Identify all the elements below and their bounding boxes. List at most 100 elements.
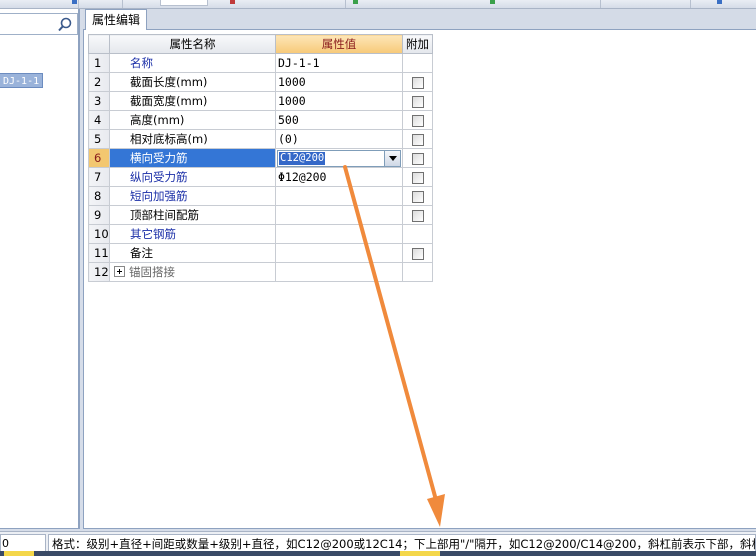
property-name-cell[interactable]: 短向加强筋 <box>109 186 276 206</box>
toolbar-icon-fragment[interactable] <box>717 0 722 4</box>
toolbar-icon-fragment[interactable] <box>353 0 358 4</box>
attach-cell[interactable] <box>402 262 433 282</box>
property-row[interactable]: 6 横向受力筋 C12@200 <box>88 148 433 168</box>
row-number: 8 <box>88 186 110 206</box>
attach-cell[interactable] <box>402 91 433 111</box>
property-value-cell[interactable] <box>275 243 403 263</box>
attach-cell[interactable] <box>402 148 433 168</box>
property-value-cell[interactable] <box>275 186 403 206</box>
tree-item-selected[interactable]: DJ-1-1 <box>0 73 44 88</box>
attach-checkbox[interactable] <box>411 247 424 260</box>
attach-checkbox[interactable] <box>411 133 424 146</box>
attach-checkbox[interactable] <box>411 95 424 108</box>
property-name-cell[interactable]: 其它钢筋 <box>109 224 276 244</box>
attach-cell[interactable] <box>402 72 433 92</box>
header-property-name[interactable]: 属性名称 <box>109 34 276 54</box>
property-value-cell[interactable] <box>275 262 403 282</box>
property-name-cell[interactable]: 相对底标高(m) <box>109 129 276 149</box>
attach-cell[interactable] <box>402 243 433 263</box>
value-editor-text[interactable]: C12@200 <box>279 152 326 165</box>
attach-checkbox[interactable] <box>411 190 424 203</box>
property-name-cell[interactable]: 顶部柱间配筋 <box>109 205 276 225</box>
property-row[interactable]: 3 截面宽度(mm) 1000 <box>88 91 433 111</box>
component-tree-panel: DJ-1-1 <box>0 9 80 529</box>
row-number: 10 <box>88 224 110 244</box>
tab-bar: 属性编辑 <box>83 9 756 31</box>
attach-cell[interactable] <box>402 224 433 244</box>
attach-cell[interactable] <box>402 129 433 149</box>
row-number: 5 <box>88 129 110 149</box>
header-row-number <box>88 34 110 54</box>
property-name-cell[interactable]: 备注 <box>109 243 276 263</box>
grid-header-row: 属性名称 属性值 附加 <box>88 34 433 54</box>
search-input[interactable] <box>0 13 78 35</box>
property-row[interactable]: 5 相对底标高(m) (0) <box>88 129 433 149</box>
property-editor: 属性名称 属性值 附加 1 名称 DJ-1-1 2 截面长度(mm) 1000 3 截面宽度(… <box>83 30 756 529</box>
tab-property-edit[interactable]: 属性编辑 <box>85 9 148 31</box>
attach-checkbox[interactable] <box>411 76 424 89</box>
expand-icon[interactable] <box>114 266 125 277</box>
value-combo-editor[interactable]: C12@200 <box>277 150 401 167</box>
property-row[interactable]: 2 截面长度(mm) 1000 <box>88 72 433 92</box>
property-value-cell[interactable]: 1000 <box>275 72 403 92</box>
property-value-cell[interactable]: 1000 <box>275 91 403 111</box>
toolbar-icon-fragment[interactable] <box>72 0 77 4</box>
header-property-value[interactable]: 属性值 <box>275 34 403 54</box>
header-attach[interactable]: 附加 <box>402 34 433 54</box>
toolbar-divider <box>122 0 123 8</box>
property-name-cell[interactable]: 高度(mm) <box>109 110 276 130</box>
app-window: DJ-1-1 属性编辑 属性名称 属性值 附加 1 名称 DJ-1-1 2 截面长度(m… <box>0 0 756 556</box>
property-row[interactable]: 9 顶部柱间配筋 <box>88 205 433 225</box>
attach-cell[interactable] <box>402 53 433 73</box>
property-value-cell[interactable]: DJ-1-1 <box>275 53 403 73</box>
attach-checkbox[interactable] <box>411 209 424 222</box>
attach-checkbox[interactable] <box>411 152 424 165</box>
property-name-cell[interactable]: 截面宽度(mm) <box>109 91 276 111</box>
property-name-label: 锚固搭接 <box>129 265 175 279</box>
row-number: 3 <box>88 91 110 111</box>
property-row[interactable]: 1 名称 DJ-1-1 <box>88 53 433 73</box>
toolbar-field-fragment[interactable] <box>160 0 208 6</box>
row-number: 2 <box>88 72 110 92</box>
row-number: 4 <box>88 110 110 130</box>
attach-cell[interactable] <box>402 167 433 187</box>
attach-cell[interactable] <box>402 205 433 225</box>
row-number: 12 <box>88 262 110 282</box>
attach-cell[interactable] <box>402 186 433 206</box>
toolbar-divider <box>690 0 691 8</box>
row-number: 1 <box>88 53 110 73</box>
attach-checkbox[interactable] <box>411 171 424 184</box>
property-value-cell[interactable] <box>275 224 403 244</box>
attach-cell[interactable] <box>402 110 433 130</box>
dropdown-button[interactable] <box>384 151 400 166</box>
property-row[interactable]: 11 备注 <box>88 243 433 263</box>
taskbar-item[interactable] <box>4 551 34 556</box>
property-row[interactable]: 10 其它钢筋 <box>88 224 433 244</box>
chevron-down-icon <box>389 156 397 161</box>
search-icon[interactable] <box>56 16 74 34</box>
toolbar-divider <box>345 0 346 8</box>
property-value-cell[interactable]: 500 <box>275 110 403 130</box>
row-number: 6 <box>88 148 110 168</box>
property-row[interactable]: 7 纵向受力筋 Φ12@200 <box>88 167 433 187</box>
row-number: 11 <box>88 243 110 263</box>
property-name-cell[interactable]: 纵向受力筋 <box>109 167 276 187</box>
property-value-cell[interactable] <box>275 205 403 225</box>
top-toolbar-strip <box>0 0 756 9</box>
property-name-cell[interactable]: 名称 <box>109 53 276 73</box>
property-row[interactable]: 8 短向加强筋 <box>88 186 433 206</box>
property-name-cell[interactable]: 截面长度(mm) <box>109 72 276 92</box>
property-value-cell[interactable]: C12@200 <box>275 148 403 168</box>
row-number: 9 <box>88 205 110 225</box>
property-value-cell[interactable]: (0) <box>275 129 403 149</box>
property-value-cell[interactable]: Φ12@200 <box>275 167 403 187</box>
toolbar-icon-fragment[interactable] <box>230 0 235 4</box>
property-row[interactable]: 4 高度(mm) 500 <box>88 110 433 130</box>
toolbar-divider <box>600 0 601 8</box>
property-name-cell[interactable]: 横向受力筋 <box>109 148 276 168</box>
toolbar-icon-fragment[interactable] <box>490 0 495 4</box>
taskbar-item[interactable] <box>400 551 440 556</box>
property-row[interactable]: 12 锚固搭接 <box>88 262 433 282</box>
attach-checkbox[interactable] <box>411 114 424 127</box>
property-name-cell[interactable]: 锚固搭接 <box>109 262 276 282</box>
